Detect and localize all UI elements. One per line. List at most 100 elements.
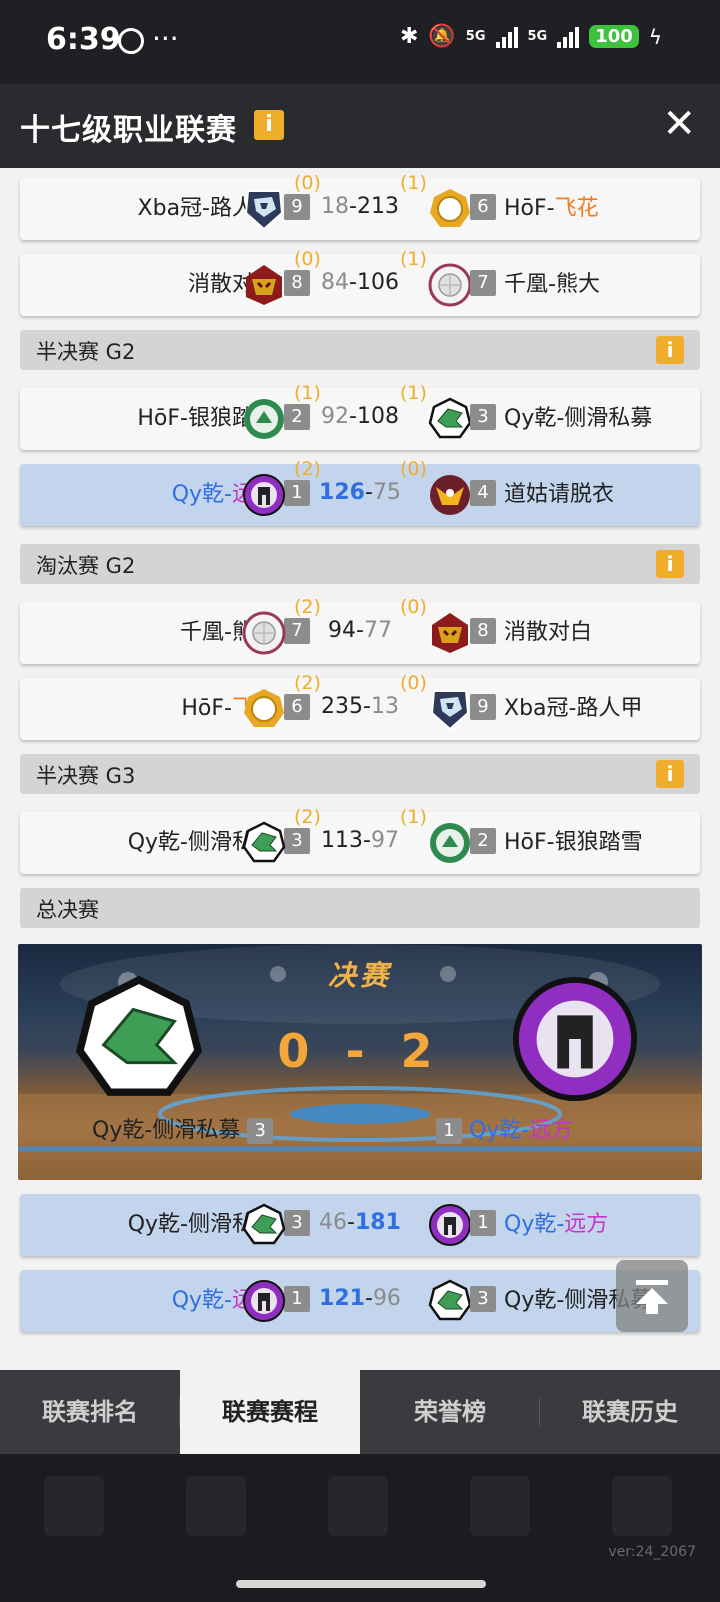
section-header-semi-g3: 半决赛 G3 i bbox=[20, 754, 700, 794]
tab-league-ranking[interactable]: 联赛排名 bbox=[0, 1370, 180, 1454]
green-dragon-icon bbox=[428, 397, 472, 441]
team-right[interactable]: 9 Xba冠-路人甲 bbox=[470, 678, 642, 740]
seed-badge: 1 bbox=[436, 1118, 462, 1144]
close-button[interactable]: ✕ bbox=[662, 102, 696, 146]
gold-ring-icon bbox=[242, 687, 286, 731]
team-right[interactable]: 1 Qy乾-远方 bbox=[470, 1194, 608, 1256]
match-row[interactable]: 千凰-熊大 7 (2) 94-77 (0) 8 消散对白 bbox=[20, 596, 700, 664]
match-row-highlighted[interactable]: Qy乾-侧滑私募 3 46-181 1 Qy乾-远方 bbox=[20, 1194, 700, 1256]
team-right[interactable]: 3 Qy乾-侧滑私募 bbox=[470, 388, 652, 450]
team-right[interactable]: 4 道姑请脱衣 bbox=[470, 464, 614, 526]
arrow-up-to-top-icon bbox=[636, 1280, 668, 1314]
tab-league-schedule[interactable]: 联赛赛程 bbox=[180, 1370, 360, 1454]
charging-icon: ϟ bbox=[648, 24, 662, 49]
seed-badge: 1 bbox=[470, 1210, 496, 1236]
final-team-left[interactable]: Qy乾-侧滑私募 3 bbox=[92, 1112, 274, 1144]
purple-spartan-icon bbox=[242, 1279, 286, 1323]
seed-badge: 8 bbox=[470, 618, 496, 644]
info-icon[interactable]: i bbox=[656, 550, 684, 578]
silver-ball-icon bbox=[242, 611, 286, 655]
team-right[interactable]: 8 消散对白 bbox=[470, 602, 592, 664]
info-icon[interactable]: i bbox=[656, 336, 684, 364]
green-dragon-icon bbox=[74, 974, 204, 1104]
app-notification-icon bbox=[118, 28, 144, 54]
seed-badge: 4 bbox=[470, 480, 496, 506]
home-indicator[interactable] bbox=[236, 1580, 486, 1588]
match-row[interactable]: 消散对白 8 (0) 84-106 (1) 7 千凰-熊大 bbox=[20, 248, 700, 316]
match-row[interactable]: Xba冠-路人甲 9 (0) 18-213 (1) 6 HōF-飞花 bbox=[20, 172, 700, 240]
wolf-shield-icon bbox=[242, 187, 286, 231]
wins-right: (1) bbox=[400, 248, 427, 270]
tab-honor-board[interactable]: 荣誉榜 bbox=[360, 1370, 540, 1454]
red-demon-icon bbox=[428, 611, 472, 655]
match-row[interactable]: HōF-飞花6 (2) 235-13 (0) 9Xba冠-路人甲 bbox=[20, 672, 700, 740]
signal-bars-icon-2 bbox=[557, 26, 580, 48]
wins-right: (1) bbox=[400, 382, 427, 404]
status-icons: ✱ 🔕 5G 5G 100 ϟ bbox=[400, 24, 662, 49]
signal-label-1: 5G bbox=[465, 28, 486, 44]
tab-bar: 联赛排名 联赛赛程 荣誉榜 联赛历史 bbox=[0, 1370, 720, 1454]
match-row[interactable]: HōF-银狼踏雪 2 (1) 92-108 (1) 3 Qy乾-侧滑私募 bbox=[20, 382, 700, 450]
version-label: ver:24_2067 bbox=[608, 1544, 696, 1560]
section-header-semi-g2: 半决赛 G2 i bbox=[20, 330, 700, 370]
seed-badge: 2 bbox=[470, 828, 496, 854]
match-score: 46-181 bbox=[319, 1210, 401, 1235]
green-dragon-icon bbox=[242, 821, 286, 865]
bluetooth-icon: ✱ bbox=[399, 24, 419, 49]
final-team-right[interactable]: 1 Qy乾-远方 bbox=[436, 1112, 573, 1144]
wins-right: (0) bbox=[400, 596, 427, 618]
wolf-shield-icon bbox=[428, 687, 472, 731]
back-to-top-button[interactable] bbox=[616, 1260, 688, 1332]
nav-placeholder-icon bbox=[44, 1476, 104, 1536]
schedule-content[interactable]: Xba冠-路人甲 9 (0) 18-213 (1) 6 HōF-飞花 消散对白 8 (… bbox=[0, 168, 720, 1370]
match-row-highlighted[interactable]: Qy乾-远方1 121-96 3Qy乾-侧滑私募 bbox=[20, 1270, 700, 1332]
green-wolf-icon bbox=[242, 397, 286, 441]
team-left[interactable]: Qy乾-远方1 bbox=[172, 464, 310, 526]
final-banner[interactable]: 决赛 0 - 2 Qy乾-侧滑私募 3 1 Qy乾-远方 bbox=[18, 944, 702, 1180]
status-bar: 6:39 ··· ✱ 🔕 5G 5G 100 ϟ bbox=[0, 0, 720, 84]
more-notifications-icon: ··· bbox=[152, 22, 179, 55]
red-demon-icon bbox=[242, 263, 286, 307]
section-title: 半决赛 G3 bbox=[36, 764, 136, 788]
match-row[interactable]: Qy乾-侧滑私募 3 (2) 113-97 (1) 2 HōF-银狼踏雪 bbox=[20, 806, 700, 874]
wins-right: (0) bbox=[400, 672, 427, 694]
section-title: 半决赛 G2 bbox=[36, 340, 136, 364]
purple-spartan-icon bbox=[242, 473, 286, 517]
team-right[interactable]: 7 千凰-熊大 bbox=[470, 254, 600, 316]
wins-right: (1) bbox=[400, 172, 427, 194]
match-row-highlighted[interactable]: Qy乾-远方1 (2) 126-75 (0) 4道姑请脱衣 bbox=[20, 458, 700, 526]
match-score: 121-96 bbox=[319, 1286, 401, 1311]
team-right[interactable]: 2 HōF-银狼踏雪 bbox=[470, 812, 643, 874]
signal-bars-icon bbox=[495, 26, 518, 48]
team-left[interactable]: Qy乾-远方1 bbox=[172, 1270, 310, 1332]
seed-badge: 9 bbox=[470, 694, 496, 720]
nav-placeholder-icon bbox=[328, 1476, 388, 1536]
seed-badge: 6 bbox=[470, 194, 496, 220]
wins-right: (1) bbox=[400, 806, 427, 828]
team-right[interactable]: 6 HōF-飞花 bbox=[470, 178, 599, 240]
wins-right: (0) bbox=[400, 458, 427, 480]
section-header-elim-g2: 淘汰赛 G2 i bbox=[20, 544, 700, 584]
nav-placeholder-icon bbox=[612, 1476, 672, 1536]
battery-indicator: 100 bbox=[589, 25, 639, 48]
page-title: 十七级职业联赛 bbox=[20, 113, 237, 148]
mute-icon: 🔕 bbox=[428, 24, 456, 49]
nav-placeholder-icon bbox=[186, 1476, 246, 1536]
info-icon[interactable]: i bbox=[254, 110, 284, 140]
seed-badge: 3 bbox=[470, 404, 496, 430]
golden-bird-icon bbox=[428, 473, 472, 517]
tab-league-history[interactable]: 联赛历史 bbox=[540, 1370, 720, 1454]
info-icon[interactable]: i bbox=[656, 760, 684, 788]
green-dragon-icon bbox=[428, 1279, 472, 1323]
section-title: 淘汰赛 G2 bbox=[36, 554, 136, 578]
gold-ring-icon bbox=[428, 187, 472, 231]
seed-badge: 3 bbox=[470, 1286, 496, 1312]
seed-badge: 3 bbox=[247, 1118, 274, 1144]
section-header-final: 总决赛 bbox=[20, 888, 700, 928]
green-wolf-icon bbox=[428, 821, 472, 865]
section-title: 总决赛 bbox=[36, 898, 99, 922]
purple-spartan-icon bbox=[510, 974, 640, 1104]
purple-spartan-icon bbox=[428, 1203, 472, 1247]
seed-badge: 7 bbox=[470, 270, 496, 296]
app-header: 十七级职业联赛 i ✕ bbox=[0, 84, 720, 168]
